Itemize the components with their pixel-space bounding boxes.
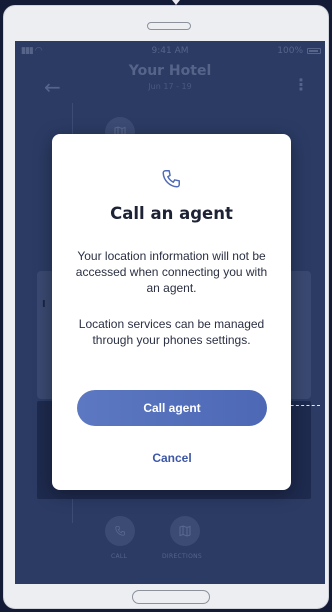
phone-icon [160, 168, 182, 190]
call-icon[interactable] [105, 516, 135, 546]
dialog-message: Your location information will not be ac… [75, 249, 268, 295]
directions-icon[interactable] [170, 516, 200, 546]
status-bar: ▮▮▮ ◠ 9:41 AM 100% [15, 41, 325, 61]
call-agent-button[interactable]: Call agent [77, 390, 267, 426]
dialog-title: Call an agent [110, 204, 233, 223]
call-action-label: CALL [111, 553, 128, 560]
call-agent-dialog: Call an agent Your location information … [52, 134, 291, 490]
page-title: Your Hotel [128, 63, 212, 79]
stay-dates: Jun 17 - 19 [148, 82, 192, 91]
background-card-text: I [42, 299, 46, 310]
speaker-slot [147, 22, 191, 30]
cancel-button[interactable]: Cancel [122, 446, 222, 470]
dialog-note: Location services can be managed through… [78, 317, 265, 347]
more-menu-icon[interactable]: ⋮ [293, 75, 309, 94]
home-indicator [132, 590, 210, 604]
directions-action-label: DIRECTIONS [162, 553, 202, 560]
battery-icon [307, 48, 321, 54]
battery-percent: 100% [277, 46, 303, 56]
